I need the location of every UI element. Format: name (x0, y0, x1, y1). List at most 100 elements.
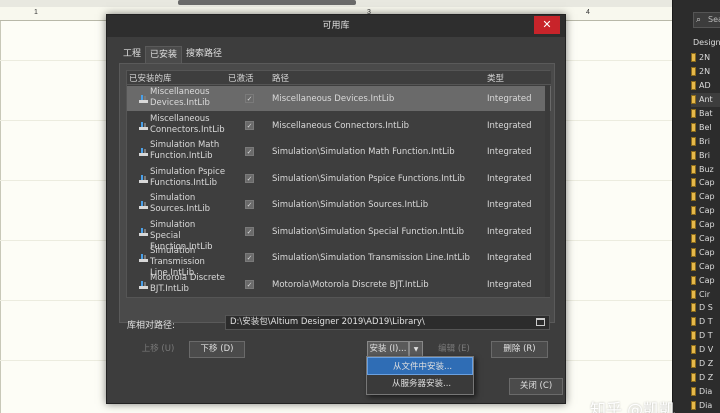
component-item[interactable]: Cap (691, 204, 720, 218)
search-placeholder: Sea (708, 15, 720, 24)
component-item-label: Cap (699, 220, 715, 230)
column-header-design[interactable]: Design (693, 38, 720, 47)
vertical-scrollbar[interactable] (545, 85, 550, 297)
component-item[interactable]: Cap (691, 232, 720, 246)
library-row[interactable]: Miscellaneous Devices.IntLib ✓ Miscellaneo… (127, 86, 551, 111)
library-name: Miscellaneous Connectors.IntLib (150, 113, 225, 135)
tab-project[interactable]: 工程 (119, 46, 145, 63)
column-header-library[interactable]: 已安装的库 (129, 72, 172, 84)
library-row[interactable]: Simulation Special Function.IntLib ✓ Simul… (127, 219, 551, 252)
menu-item-install-from-file[interactable]: 从文件中安装... (367, 357, 473, 375)
column-header-active[interactable]: 已激活 (228, 72, 254, 84)
component-item[interactable]: Ant (691, 92, 720, 107)
component-item[interactable]: Cap (691, 273, 720, 287)
menu-item-install-from-server[interactable]: 从服务器安装... (367, 375, 473, 393)
library-row[interactable]: Simulation Transmission Line.IntLib ✓ Simu… (127, 245, 551, 278)
component-search-input[interactable]: ⌕ Sea (693, 12, 720, 28)
active-checkbox[interactable]: ✓ (245, 120, 254, 130)
horizontal-scrollbar[interactable] (178, 0, 356, 5)
library-row[interactable]: Simulation Math Function.IntLib ✓ Simulati… (127, 139, 551, 164)
component-item[interactable]: D Z (691, 357, 720, 371)
component-item[interactable]: Cap (691, 218, 720, 232)
library-name: Simulation Sources.IntLib (150, 193, 211, 214)
library-row[interactable]: Miscellaneous Connectors.IntLib ✓ Miscella… (127, 113, 551, 138)
install-dropdown-menu: 从文件中安装... 从服务器安装... (366, 356, 474, 395)
library-path: Simulation\Simulation Math Function.IntL… (272, 147, 455, 157)
library-row[interactable]: Simulation Sources.IntLib ✓ Simulation\Sim… (127, 192, 551, 217)
component-item[interactable]: 2N (691, 51, 720, 65)
top-scroll-strip (0, 0, 683, 7)
book-icon (691, 53, 696, 63)
component-item[interactable]: D V (691, 343, 720, 357)
component-item-label: 2N (699, 53, 711, 63)
component-item-label: D Z (699, 359, 714, 369)
move-down-button[interactable]: 下移 (D) (189, 341, 245, 358)
book-icon (691, 192, 696, 202)
book-icon (691, 136, 696, 146)
component-item-label: D T (699, 331, 713, 341)
library-row[interactable]: Simulation Pspice Functions.IntLib ✓ Simul… (127, 166, 551, 191)
component-item[interactable]: Dia (691, 398, 720, 412)
book-icon (691, 81, 696, 91)
library-path: Simulation\Simulation Pspice Functions.I… (272, 173, 465, 184)
component-item-label: Bri (699, 150, 710, 160)
search-icon: ⌕ (696, 15, 702, 25)
library-icon (139, 201, 148, 209)
active-checkbox[interactable]: ✓ (245, 94, 254, 103)
close-button[interactable]: 关闭 (C) (509, 378, 563, 395)
component-item[interactable]: D T (691, 329, 720, 343)
component-item[interactable]: 2N (691, 65, 720, 79)
book-icon (691, 122, 696, 132)
active-checkbox[interactable]: ✓ (245, 226, 254, 236)
component-item[interactable]: Buz (691, 162, 720, 176)
column-header-type[interactable]: 类型 (487, 72, 504, 84)
component-item[interactable]: Bri (691, 148, 720, 162)
library-type: Integrated (487, 253, 532, 263)
active-checkbox[interactable]: ✓ (245, 147, 254, 156)
component-item[interactable]: Cap (691, 245, 720, 259)
component-item[interactable]: Cap (691, 190, 720, 204)
relative-path-field[interactable]: D:\安装包\Altium Designer 2019\AD19\Library… (225, 315, 550, 330)
component-item-label: Cap (699, 178, 715, 188)
close-icon[interactable]: ✕ (534, 16, 560, 34)
book-icon (691, 345, 696, 355)
component-item-label: Cap (699, 261, 715, 271)
watermark: 知乎 @凱凱 (590, 400, 676, 413)
active-checkbox[interactable]: ✓ (245, 200, 254, 209)
book-icon (691, 386, 696, 396)
component-item-label: Dia (699, 400, 713, 410)
library-path: Motorola\Motorola Discrete BJT.IntLib (272, 279, 429, 290)
library-name: Motorola Discrete BJT.IntLib (150, 272, 225, 294)
library-row[interactable]: Motorola Discrete BJT.IntLib ✓ Motorola\Mo… (127, 272, 551, 297)
component-item[interactable]: Cir (691, 287, 720, 301)
active-checkbox[interactable]: ✓ (245, 173, 254, 183)
book-icon (691, 400, 696, 410)
library-type: Integrated (487, 94, 532, 104)
component-item[interactable]: Bri (691, 134, 720, 148)
component-item[interactable]: D S (691, 301, 720, 315)
component-item[interactable]: Bel (691, 120, 720, 134)
column-header-path[interactable]: 路径 (272, 72, 289, 84)
component-item[interactable]: Bat (691, 107, 720, 121)
component-item[interactable]: Cap (691, 259, 720, 273)
relative-path-value: D:\安装包\Altium Designer 2019\AD19\Library… (230, 317, 425, 327)
library-path: Simulation\Simulation Special Function.I… (272, 226, 465, 237)
tab-installed[interactable]: 已安装 (145, 46, 183, 63)
tab-search-path[interactable]: 搜索路径 (182, 46, 226, 63)
active-checkbox[interactable]: ✓ (245, 279, 254, 289)
move-up-button[interactable]: 上移 (U) (127, 341, 189, 358)
component-item-label: 2N (699, 67, 711, 77)
library-path: Miscellaneous Devices.IntLib (272, 94, 395, 104)
active-checkbox[interactable]: ✓ (245, 253, 254, 262)
library-type: Integrated (487, 147, 532, 157)
component-item[interactable]: D T (691, 315, 720, 329)
component-item[interactable]: AD (691, 79, 720, 93)
library-type: Integrated (487, 173, 532, 184)
folder-icon[interactable] (536, 318, 545, 326)
library-name: Simulation Math Function.IntLib (150, 140, 220, 161)
component-item[interactable]: D Z (691, 370, 720, 384)
remove-button[interactable]: 删除 (R) (491, 341, 548, 358)
component-item[interactable]: Dia (691, 384, 720, 398)
book-icon (691, 275, 696, 285)
component-item[interactable]: Cap (691, 176, 720, 190)
